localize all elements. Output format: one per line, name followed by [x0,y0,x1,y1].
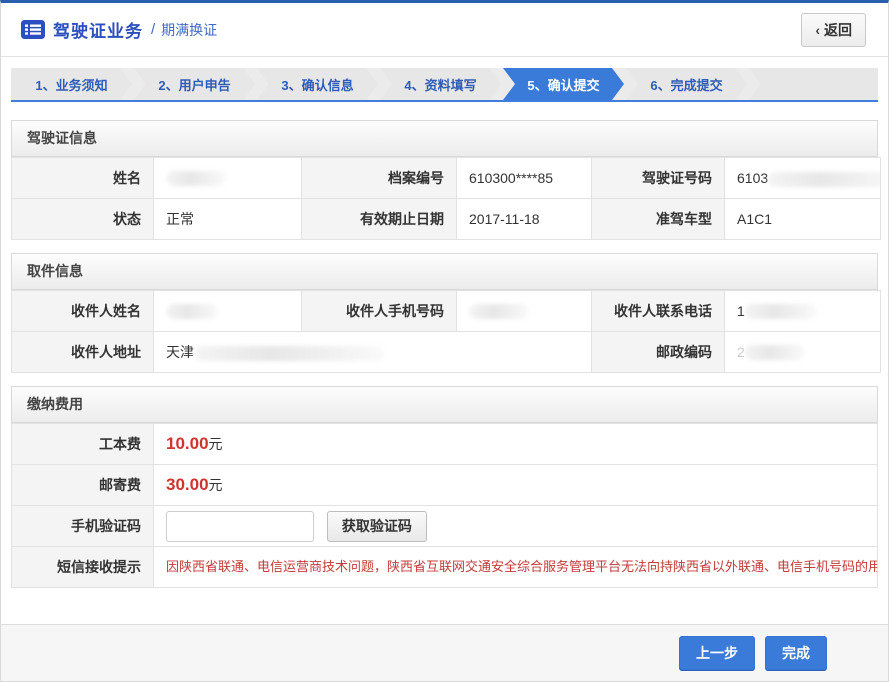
postal-code-label: 邮政编码 [592,332,725,373]
license-number-label: 驾驶证号码 [592,158,725,199]
file-number-label: 档案编号 [302,158,457,199]
fees-section-title: 缴纳费用 [11,386,878,423]
status-value: 正常 [154,199,302,240]
pickup-section-title: 取件信息 [11,253,878,290]
table-row: 收件人地址 天津 邮政编码 2 [12,332,881,373]
recipient-mobile-value [457,291,592,332]
sms-tip-cell: 因陕西省联通、电信运营商技术问题，陕西省互联网交通安全综合服务管理平台无法向持陕… [154,547,878,588]
name-value [154,158,302,199]
expiry-date-value: 2017-11-18 [457,199,592,240]
mail-fee-value: 30.00元 [154,465,878,506]
table-row: 状态 正常 有效期止日期 2017-11-18 准驾车型 A1C1 [12,199,881,240]
redacted-recipient-address [194,346,384,361]
work-fee-value: 10.00元 [154,424,878,465]
driver-license-service-page: 驾驶证业务 / 期满换证 ‹ 返回 1、业务须知 2、用户申告 3、确认信息 4… [0,0,889,682]
table-row: 短信接收提示 因陕西省联通、电信运营商技术问题，陕西省互联网交通安全综合服务管理… [12,547,878,588]
recipient-name-value [154,291,302,332]
pickup-info-table: 收件人姓名 收件人手机号码 收件人联系电话 1 收件人地址 天津 邮政编码 2 [11,290,881,373]
recipient-address-label: 收件人地址 [12,332,154,373]
redacted-name [166,171,226,186]
page-title: 驾驶证业务 [53,17,143,42]
work-fee-label: 工本费 [12,424,154,465]
step-5-confirm-submit[interactable]: 5、确认提交 [503,68,624,100]
get-sms-code-button[interactable]: 获取验证码 [327,511,427,542]
file-number-value: 610300****85 [457,158,592,199]
mail-fee-label: 邮寄费 [12,465,154,506]
recipient-mobile-label: 收件人手机号码 [302,291,457,332]
redacted-license-number [768,172,880,187]
license-number-value: 6103〈 [725,158,881,199]
redacted-postal-code [745,345,805,360]
sms-code-cell: 获取验证码 [154,506,878,547]
wizard-step-bar: 1、业务须知 2、用户申告 3、确认信息 4、资料填写 5、确认提交 6、完成提… [11,68,878,102]
recipient-name-label: 收件人姓名 [12,291,154,332]
redacted-recipient-mobile [469,304,529,319]
fees-section: 缴纳费用 工本费 10.00元 邮寄费 30.00元 手机验证码 获取验证码 短… [11,386,878,588]
name-label: 姓名 [12,158,154,199]
expiry-date-label: 有效期止日期 [302,199,457,240]
table-row: 收件人姓名 收件人手机号码 收件人联系电话 1 [12,291,881,332]
step-bar-filler [749,68,878,100]
step-4-fill-data[interactable]: 4、资料填写 [380,68,501,100]
back-button-label: 返回 [824,20,852,40]
recipient-phone-label: 收件人联系电话 [592,291,725,332]
step-1-business-notice[interactable]: 1、业务须知 [11,68,132,100]
breadcrumb-current: 期满换证 [161,20,217,40]
finish-button[interactable]: 完成 [765,636,827,670]
status-label: 状态 [12,199,154,240]
table-row: 工本费 10.00元 [12,424,878,465]
license-info-section: 驾驶证信息 姓名 档案编号 610300****85 驾驶证号码 6103〈 状… [11,120,878,240]
table-row: 姓名 档案编号 610300****85 驾驶证号码 6103〈 [12,158,881,199]
license-info-table: 姓名 档案编号 610300****85 驾驶证号码 6103〈 状态 正常 有… [11,157,881,240]
pickup-info-section: 取件信息 收件人姓名 收件人手机号码 收件人联系电话 1 收件人地址 天津 邮政… [11,253,878,373]
license-card-icon [21,20,45,39]
redacted-recipient-phone [745,304,817,319]
sms-code-label: 手机验证码 [12,506,154,547]
back-button[interactable]: ‹ 返回 [801,13,866,47]
vehicle-class-value: A1C1 [725,199,881,240]
breadcrumb-separator: / [151,21,155,38]
postal-code-value: 2 [725,332,881,373]
recipient-phone-value: 1 [725,291,881,332]
fees-table: 工本费 10.00元 邮寄费 30.00元 手机验证码 获取验证码 短信接收提示… [11,423,878,588]
sms-tip-label: 短信接收提示 [12,547,154,588]
table-row: 邮寄费 30.00元 [12,465,878,506]
sms-code-input[interactable] [166,511,314,542]
step-6-complete-submit[interactable]: 6、完成提交 [626,68,747,100]
back-chevron-icon: ‹ [815,22,820,38]
step-3-confirm-info[interactable]: 3、确认信息 [257,68,378,100]
footer-action-bar: 上一步 完成 [1,624,888,681]
page-header: 驾驶证业务 / 期满换证 ‹ 返回 [1,3,888,57]
step-2-user-declaration[interactable]: 2、用户申告 [134,68,255,100]
vehicle-class-label: 准驾车型 [592,199,725,240]
table-row: 手机验证码 获取验证码 [12,506,878,547]
redacted-recipient-name [166,304,218,319]
sms-warning-text: 因陕西省联通、电信运营商技术问题，陕西省互联网交通安全综合服务管理平台无法向持陕… [166,550,865,583]
license-section-title: 驾驶证信息 [11,120,878,157]
recipient-address-value: 天津 [154,332,592,373]
previous-step-button[interactable]: 上一步 [679,636,755,670]
